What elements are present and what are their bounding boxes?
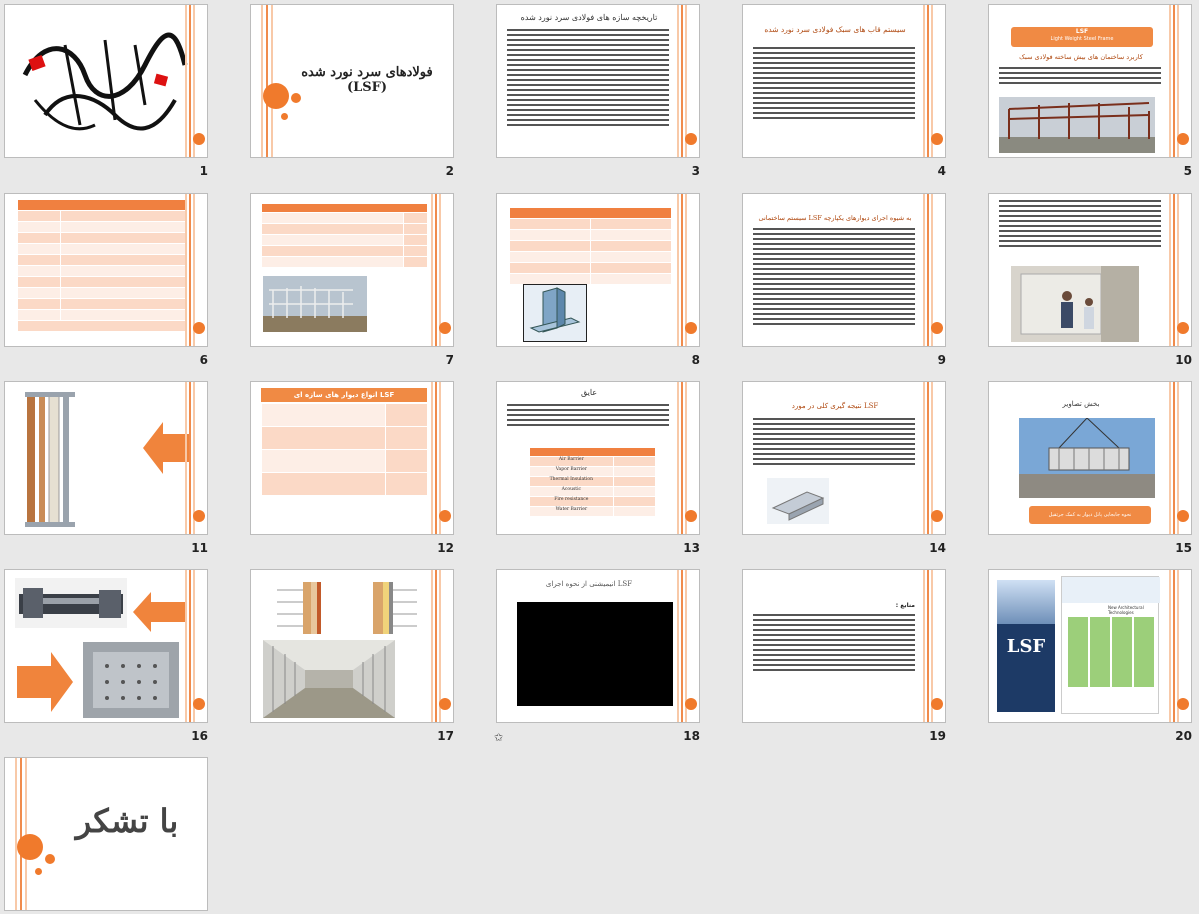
slide-number: 4 [937,164,946,178]
roll-forming-machine-photo [15,578,127,628]
decorative-left-stripe [251,5,301,157]
crane-panel-photo [1019,418,1155,498]
slide-number: 18 [683,729,700,743]
slide-title: با تشکر [75,802,179,840]
decorative-dot [193,510,205,522]
slide-number: 14 [929,541,946,555]
slide-title: تاریخچه سازه های فولادی سرد نورد شده [520,13,658,22]
slide-number: 2 [445,164,454,178]
decorative-dot [685,510,697,522]
features-table [261,204,427,268]
decorative-dot [931,698,943,710]
video-player[interactable] [517,602,673,706]
slide-number: 16 [191,729,208,743]
steel-frame-photo [999,97,1155,153]
slide-number: 5 [1183,164,1192,178]
slide-title: عایق [580,388,598,397]
construction-photo [263,276,367,332]
wall-types-table [261,404,427,496]
slide-title: بخش تصاویر [1062,400,1100,408]
slide-number: 3 [691,164,700,178]
body-text [999,200,1161,250]
wall-layer-diagram-2 [351,578,421,636]
decorative-dot [685,322,697,334]
orange-arrow-left [133,592,185,632]
slide-number: 1 [199,164,208,178]
decorative-dot [439,510,451,522]
decorative-dot [1177,698,1189,710]
decorative-dot [193,133,205,145]
decorative-dot [685,133,697,145]
title-banner: LSF Light Weight Steel Frame [1011,27,1153,47]
slide-title: سیستم ساختمانی LSF به شیوه اجرای دیوارها… [758,214,912,222]
insulation-table: Air Barrier Vapor Barrier Thermal Insula… [529,448,655,517]
body-text [507,29,669,129]
decorative-dot [439,322,451,334]
caption-box: نحوه جابجایی پانل دیوار به کمک جرثقیل [1029,506,1151,524]
calligraphy-image [22,32,188,131]
body-text [753,47,915,122]
body-text [753,228,915,328]
decorative-dot [439,698,451,710]
slide-title: سیستم قاب های سبک فولادی سرد نورد شده [764,25,906,34]
orange-arrow-right [17,652,73,712]
decorative-dot [1177,133,1189,145]
body-text [507,404,669,429]
decorative-dot [1177,322,1189,334]
slide-number: 13 [683,541,700,555]
slide-title: کاربرد ساختمان های بیش ساخته فولادی سبک [1019,53,1143,61]
slide-number: 6 [199,353,208,367]
slide-number: 8 [691,353,700,367]
star-icon[interactable]: ✩ [494,731,503,744]
steel-profile-image [767,478,829,524]
body-text [999,67,1161,87]
comparison-table [17,200,185,332]
wall-section-image [25,392,75,527]
decorative-dot [931,322,943,334]
decorative-dot [193,698,205,710]
slide-title: منابع : [895,602,915,609]
references-list [753,614,915,674]
worker-wall-photo [1011,266,1139,342]
connection-detail-photo [83,642,179,718]
slide-number: 11 [191,541,208,555]
slide-number: 9 [937,353,946,367]
decorative-dot [1177,510,1189,522]
decorative-dot [193,322,205,334]
slide-number: 20 [1175,729,1192,743]
body-text [753,418,915,468]
orange-arrow-left [143,422,189,474]
book-cover-lsf: LSF [997,580,1055,712]
book-cover-new-architecture: New Architectural Technologies [1061,576,1160,714]
decorative-dot [685,698,697,710]
corridor-framing-photo [263,640,395,718]
wall-layer-diagram-1 [273,578,343,636]
decorative-left-stripe [5,758,55,910]
slide-title: نتیجه گیری کلی در مورد LSF [791,402,879,410]
slide-title: انیمیشنی از نحوه اجرای LSF [545,580,633,588]
slide-number: 10 [1175,353,1192,367]
slide-number: 19 [929,729,946,743]
slide-number: 17 [437,729,454,743]
slide-number: 7 [445,353,454,367]
advantages-table [509,208,671,285]
slide-number: 12 [437,541,454,555]
slide-number: 15 [1175,541,1192,555]
decorative-dot [931,133,943,145]
slide-title: انواع دیوار های سازه ای LSF [261,388,427,402]
slide-title: فولادهای سرد نورد شده (LSF) [301,65,433,95]
decorative-dot [931,510,943,522]
steel-section-diagram [523,284,587,342]
